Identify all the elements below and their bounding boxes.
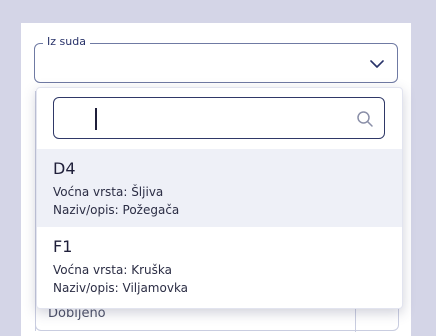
- option-fruit-type: Voćna vrsta: Kruška: [53, 263, 172, 277]
- chevron-down-icon[interactable]: [369, 56, 385, 72]
- option-description: Naziv/opis: Viljamovka: [53, 281, 189, 295]
- option-item-f1[interactable]: F1 Voćna vrsta: Kruška Naziv/opis: Vilja…: [37, 227, 402, 305]
- option-item-d4[interactable]: D4 Voćna vrsta: Šljiva Naziv/opis: Požeg…: [37, 149, 402, 227]
- option-title: F1: [53, 237, 73, 256]
- option-description: Naziv/opis: Požegača: [53, 203, 180, 217]
- iz-suda-select[interactable]: Iz suda: [34, 35, 398, 83]
- option-fruit-type: Voćna vrsta: Šljiva: [53, 185, 164, 199]
- search-icon[interactable]: [356, 110, 374, 128]
- option-title: D4: [53, 159, 76, 178]
- search-input[interactable]: [64, 106, 334, 130]
- options-dropdown: D4 Voćna vrsta: Šljiva Naziv/opis: Požeg…: [36, 87, 403, 309]
- form-card: Dobijeno Iz suda D4 Voćna vrsta: Šljiva …: [21, 23, 411, 336]
- iz-suda-label: Iz suda: [43, 35, 90, 49]
- text-cursor: [95, 108, 97, 130]
- search-field[interactable]: [53, 97, 385, 139]
